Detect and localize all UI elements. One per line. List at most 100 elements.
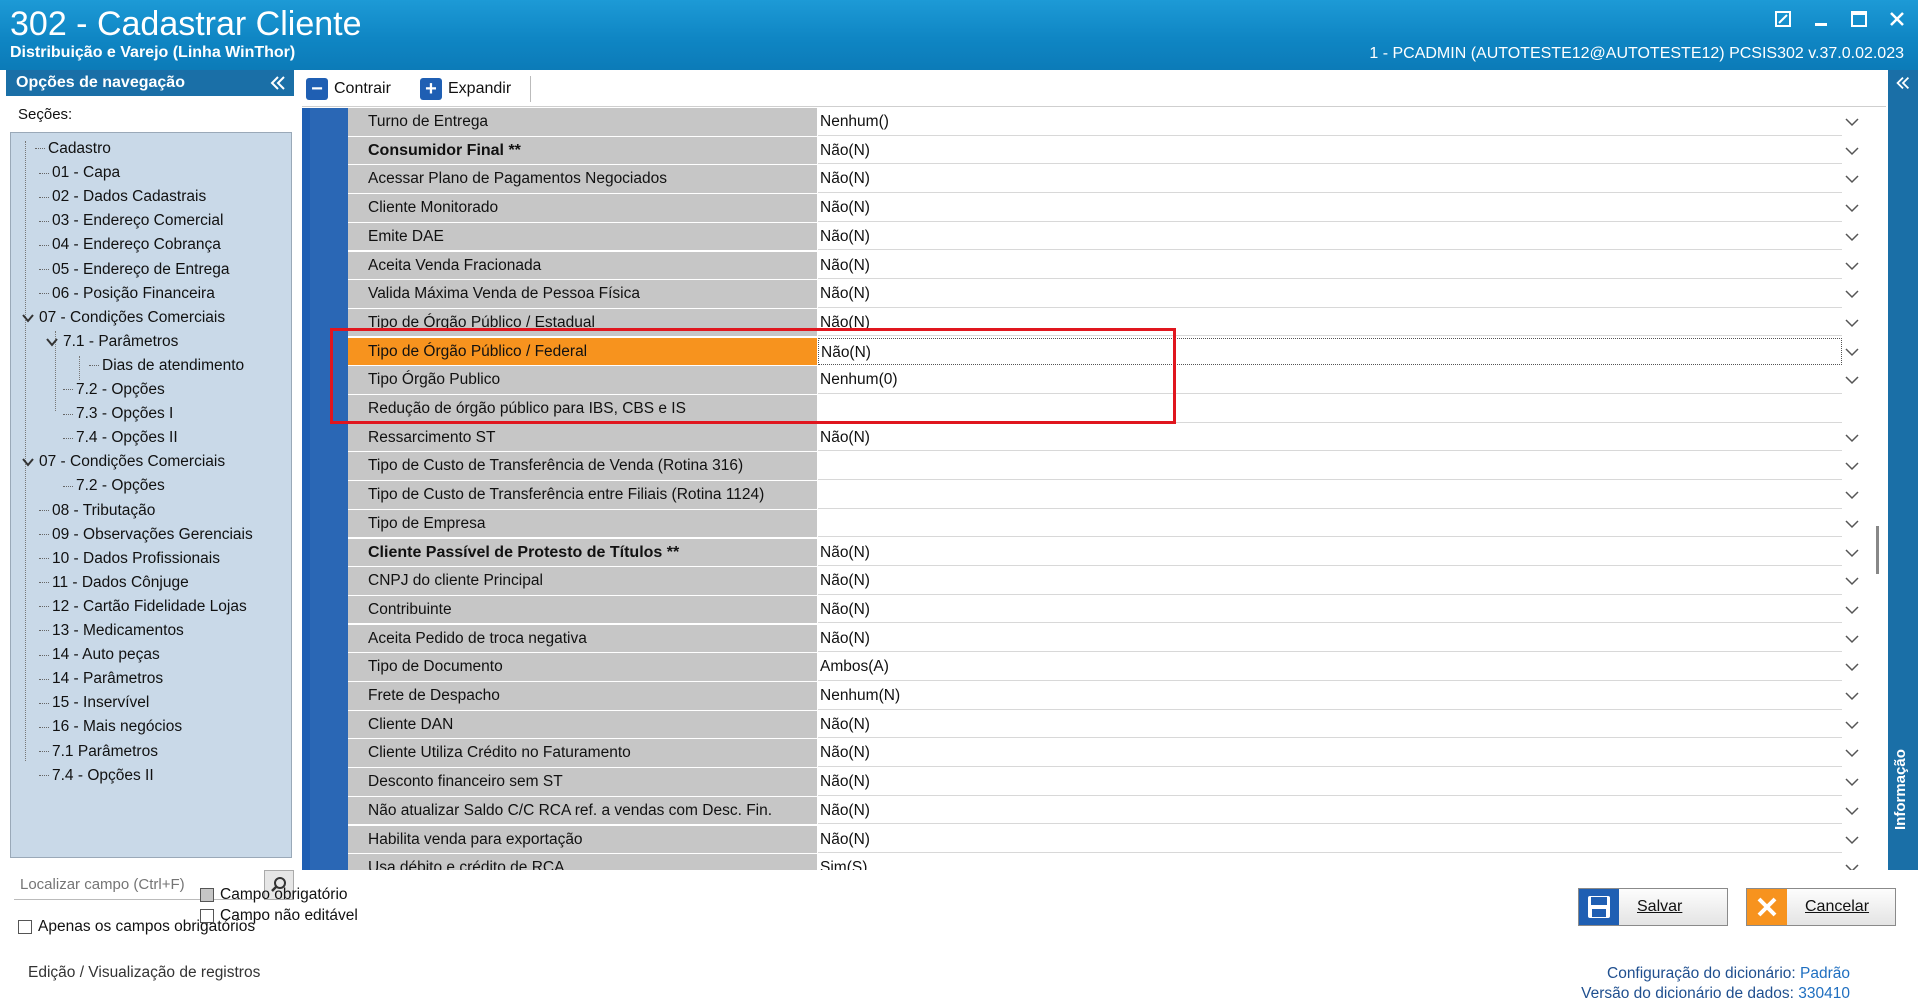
tree-item[interactable]: 11 - Dados Cônjuge — [39, 571, 189, 595]
grid-row-value[interactable]: Sim(S) — [818, 854, 1842, 870]
expand-button[interactable]: + Expandir — [420, 77, 511, 101]
chevron-down-icon[interactable] — [1842, 256, 1862, 276]
grid-row-value[interactable]: Não(N) — [818, 222, 1842, 251]
grid-row[interactable]: Cliente Monitorado Não(N) — [348, 194, 1886, 223]
grid-row-value[interactable]: Não(N) — [818, 308, 1842, 337]
grid-row[interactable]: Não atualizar Saldo C/C RCA ref. a venda… — [348, 796, 1886, 826]
tree-item[interactable]: 13 - Medicamentos — [39, 619, 184, 643]
grid-row-value[interactable]: Não(N) — [818, 165, 1842, 193]
maximize-icon[interactable] — [1844, 6, 1874, 32]
tree-item[interactable]: 7.2 - Opções — [63, 474, 165, 498]
chevron-down-icon[interactable] — [1842, 342, 1862, 362]
grid-row[interactable]: Habilita venda para exportação Não(N) — [348, 825, 1886, 854]
tree-item[interactable]: 16 - Mais negócios — [39, 715, 182, 739]
chevron-down-icon[interactable] — [1842, 657, 1862, 677]
tree-item[interactable]: 7.4 - Opções II — [63, 426, 178, 450]
grid-row[interactable]: Acessar Plano de Pagamentos Negociados Nã… — [348, 165, 1886, 194]
tree-item[interactable]: 03 - Endereço Comercial — [39, 209, 223, 233]
chevron-down-icon[interactable] — [1842, 600, 1862, 620]
chevron-down-icon[interactable] — [1842, 485, 1862, 505]
grid-row-value[interactable] — [818, 395, 1842, 423]
grid-row[interactable]: Tipo de Empresa — [348, 509, 1886, 539]
chevron-down-icon[interactable] — [1842, 428, 1862, 448]
grid-row[interactable]: Emite DAE Não(N) — [348, 222, 1886, 252]
tree-item[interactable]: 05 - Endereço de Entrega — [39, 258, 230, 282]
tree-item[interactable]: Cadastro — [35, 137, 111, 161]
tree-item[interactable]: 7.4 - Opções II — [39, 764, 154, 788]
grid-row[interactable]: Tipo de Órgão Público / Federal Não(N) — [348, 337, 1886, 367]
grid-row[interactable]: Turno de Entrega Nenhum() — [348, 108, 1886, 137]
grid-row-value[interactable]: Não(N) — [818, 251, 1842, 279]
grid-row[interactable]: Tipo de Documento Ambos(A) — [348, 653, 1886, 682]
chevron-down-icon[interactable] — [45, 335, 59, 349]
grid-row[interactable]: Tipo de Custo de Transferência entre Fil… — [348, 481, 1886, 510]
tree-item[interactable]: 08 - Tributação — [39, 499, 155, 523]
grid-row[interactable]: Tipo de Custo de Transferência de Venda … — [348, 452, 1886, 481]
tree-item[interactable]: 7.2 - Opções — [63, 378, 165, 402]
grid-row-value[interactable]: Não(N) — [818, 595, 1842, 624]
grid-row[interactable]: Cliente DAN Não(N) — [348, 710, 1886, 740]
chevron-down-icon[interactable] — [1842, 284, 1862, 304]
grid-row[interactable]: Frete de Despacho Nenhum(N) — [348, 682, 1886, 711]
tree-item[interactable]: 14 - Parâmetros — [39, 667, 163, 691]
grid-row-value[interactable]: Não(N) — [818, 423, 1842, 452]
grid-row-value[interactable]: Não(N) — [818, 739, 1842, 767]
grid-row[interactable]: Consumidor Final ** Não(N) — [348, 136, 1886, 166]
chevron-down-icon[interactable] — [21, 311, 35, 325]
grid-row-value[interactable]: Ambos(A) — [818, 653, 1842, 681]
grid-row-value[interactable]: Não(N) — [818, 136, 1842, 165]
grid-row[interactable]: Cliente Utiliza Crédito no Faturamento Nã… — [348, 739, 1886, 768]
tree-item[interactable]: 09 - Observações Gerenciais — [39, 523, 253, 547]
close-icon[interactable] — [1882, 6, 1912, 32]
grid-row-value[interactable]: Nenhum() — [818, 108, 1842, 136]
grid-row-value[interactable] — [818, 452, 1842, 480]
grid-row[interactable]: Aceita Pedido de troca negativa Não(N) — [348, 624, 1886, 654]
grid-row-value[interactable]: Não(N) — [818, 194, 1842, 222]
grid-row[interactable]: Ressarcimento ST Não(N) — [348, 423, 1886, 453]
cancel-button[interactable]: Cancelar — [1746, 888, 1896, 926]
grid-row[interactable]: Redução de órgão público para IBS, CBS e… — [348, 395, 1886, 424]
chevron-down-icon[interactable] — [1842, 715, 1862, 735]
tree-item[interactable]: Dias de atendimento — [89, 354, 244, 378]
collapse-button[interactable]: − Contrair — [306, 77, 391, 101]
restore-icon[interactable] — [1768, 6, 1798, 32]
required-only-checkbox[interactable] — [18, 920, 32, 934]
grid-row-value[interactable]: Não(N) — [818, 337, 1842, 366]
grid-row[interactable]: Aceita Venda Fracionada Não(N) — [348, 251, 1886, 280]
chevron-down-icon[interactable] — [1842, 571, 1862, 591]
grid-row[interactable]: Tipo Órgão Publico Nenhum(0) — [348, 366, 1886, 395]
chevron-down-icon[interactable] — [1842, 112, 1862, 132]
chevron-down-icon[interactable] — [1842, 686, 1862, 706]
chevron-down-icon[interactable] — [1842, 514, 1862, 534]
grid-row[interactable]: Valida Máxima Venda de Pessoa Física Não(… — [348, 280, 1886, 309]
grid-row[interactable]: Contribuinte Não(N) — [348, 595, 1886, 625]
chevron-down-icon[interactable] — [1842, 772, 1862, 792]
tree-item[interactable]: 15 - Inservível — [39, 691, 149, 715]
tree-item[interactable]: 12 - Cartão Fidelidade Lojas — [39, 595, 247, 619]
grid-row-value[interactable]: Não(N) — [818, 825, 1842, 853]
tree-item[interactable]: 04 - Endereço Cobrança — [39, 233, 221, 257]
chevron-down-icon[interactable] — [1842, 543, 1862, 563]
save-button[interactable]: Salvar — [1578, 888, 1728, 926]
dict-config-value[interactable]: Padrão — [1800, 965, 1850, 982]
grid-row-value[interactable] — [818, 481, 1842, 509]
tree-item[interactable]: 01 - Capa — [39, 161, 120, 185]
chevron-down-icon[interactable] — [1842, 141, 1862, 161]
grid-row[interactable]: Tipo de Órgão Público / Estadual Não(N) — [348, 308, 1886, 338]
chevron-down-icon[interactable] — [21, 455, 35, 469]
grid-row-value[interactable]: Não(N) — [818, 280, 1842, 308]
tree-item[interactable]: 07 - Condições Comerciais — [22, 306, 225, 330]
chevron-down-icon[interactable] — [1842, 456, 1862, 476]
grid-row-value[interactable]: Nenhum(N) — [818, 682, 1842, 710]
chevron-down-icon[interactable] — [1842, 227, 1862, 247]
grid-row[interactable]: Cliente Passível de Protesto de Títulos … — [348, 538, 1886, 567]
tree-item[interactable]: 06 - Posição Financeira — [39, 282, 215, 306]
tree-item[interactable]: 7.3 - Opções I — [63, 402, 173, 426]
grid-row[interactable]: Usa débito e crédito de RCA Sim(S) — [348, 854, 1886, 870]
chevron-down-icon[interactable] — [1842, 198, 1862, 218]
chevron-down-icon[interactable] — [1842, 629, 1862, 649]
tree-item[interactable]: 7.1 Parâmetros — [39, 740, 158, 764]
grid-row-value[interactable]: Nenhum(0) — [818, 366, 1842, 394]
tree-item[interactable]: 10 - Dados Profissionais — [39, 547, 220, 571]
grid-row-value[interactable]: Não(N) — [818, 710, 1842, 739]
